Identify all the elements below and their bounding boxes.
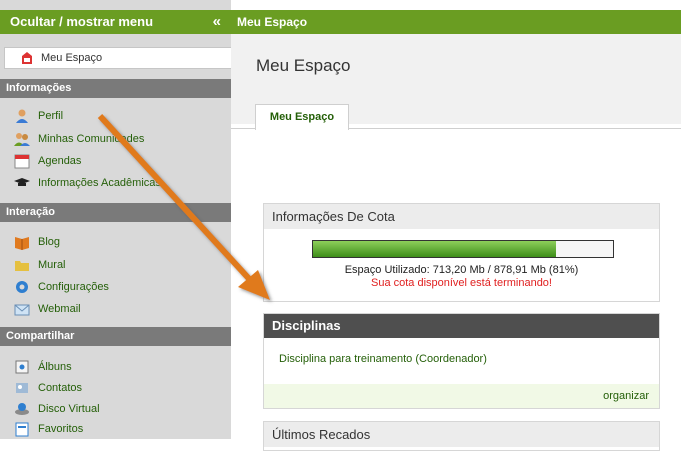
- sidebar-item-label: Agendas: [38, 155, 82, 167]
- calendar-icon: [14, 154, 30, 169]
- sidebar-item-disco-virtual[interactable]: Disco Virtual: [0, 398, 231, 420]
- recados-panel: Últimos Recados: [263, 421, 660, 451]
- sidebar-item-label: Configurações: [38, 281, 109, 293]
- sidebar-item-albuns[interactable]: Álbuns: [0, 356, 231, 378]
- sidebar-item-academicas[interactable]: Informações Acadêmicas: [0, 172, 231, 194]
- disciplinas-panel-title: Disciplinas: [264, 314, 659, 338]
- backpack-icon: [22, 52, 32, 64]
- chevron-left-icon[interactable]: «: [213, 10, 221, 34]
- quota-progress-bar: [312, 240, 614, 258]
- user-icon: [16, 109, 28, 123]
- book-icon: [15, 237, 29, 250]
- photo-album-icon: [15, 360, 29, 374]
- sidebar-item-comunidades[interactable]: Minhas Comunidades: [0, 128, 231, 150]
- organize-link[interactable]: organizar: [264, 384, 659, 408]
- sidebar-item-label: Favoritos: [38, 423, 84, 435]
- sidebar-item-agendas[interactable]: Agendas: [0, 150, 231, 172]
- quota-progress-fill: [313, 241, 556, 257]
- tab-meu-espaco[interactable]: Meu Espaço: [255, 104, 349, 130]
- disciplinas-panel: Disciplinas Disciplina para treinamento …: [263, 313, 660, 409]
- graduation-cap-icon: [14, 178, 30, 186]
- sidebar-section-interacao: Interação: [0, 203, 231, 222]
- sidebar-item-meu-espaco[interactable]: Meu Espaço: [4, 47, 231, 69]
- favorites-icon: [15, 422, 29, 437]
- sidebar-item-label: Informações Acadêmicas: [38, 177, 161, 189]
- sidebar-item-label: Minhas Comunidades: [38, 133, 145, 145]
- sidebar-item-configuracoes[interactable]: Configurações: [0, 276, 231, 298]
- sidebar-section-informacoes: Informações: [0, 79, 231, 98]
- sidebar-item-perfil[interactable]: Perfil: [0, 105, 231, 127]
- quota-panel: Informações De Cota Espaço Utilizado: 71…: [263, 203, 660, 302]
- menu-toggle-label: Ocultar / mostrar menu: [10, 14, 154, 29]
- sidebar-item-contatos[interactable]: Contatos: [0, 377, 231, 399]
- sidebar-item-label: Perfil: [38, 110, 64, 122]
- disk-icon: [15, 403, 29, 415]
- sidebar-item-blog[interactable]: Blog: [0, 231, 231, 253]
- sidebar: Ocultar / mostrar menu « Meu Espaço Info…: [0, 0, 231, 439]
- quota-warning-text: Sua cota disponível está terminando!: [370, 277, 552, 289]
- page-title: Meu Espaço: [256, 56, 351, 75]
- contacts-icon: [16, 383, 28, 393]
- top-bar-title: Meu Espaço: [231, 10, 681, 34]
- sidebar-item-label: Disco Virtual: [38, 403, 100, 415]
- sidebar-item-label: Contatos: [38, 382, 83, 394]
- gear-icon: [16, 281, 28, 293]
- folder-icon: [15, 261, 29, 271]
- sidebar-item-favoritos[interactable]: Favoritos: [0, 418, 231, 440]
- sidebar-item-label: Mural: [38, 259, 66, 271]
- menu-toggle-button[interactable]: Ocultar / mostrar menu «: [0, 10, 231, 34]
- sidebar-item-label: Meu Espaço: [41, 52, 103, 64]
- disciplina-link[interactable]: Disciplina para treinamento (Coordenador…: [279, 353, 487, 365]
- sidebar-item-label: Blog: [38, 236, 61, 248]
- community-icon: [14, 133, 30, 146]
- sidebar-item-label: Álbuns: [38, 361, 72, 373]
- quota-used-text: Espaço Utilizado: 713,20 Mb / 878,91 Mb …: [344, 264, 579, 276]
- sidebar-section-compartilhar: Compartilhar: [0, 327, 231, 346]
- recados-panel-title: Últimos Recados: [264, 422, 659, 447]
- sidebar-item-webmail[interactable]: Webmail: [0, 298, 231, 320]
- quota-panel-title: Informações De Cota: [264, 204, 659, 229]
- sidebar-item-mural[interactable]: Mural: [0, 254, 231, 276]
- sidebar-item-label: Webmail: [38, 303, 81, 315]
- mail-icon: [14, 304, 30, 316]
